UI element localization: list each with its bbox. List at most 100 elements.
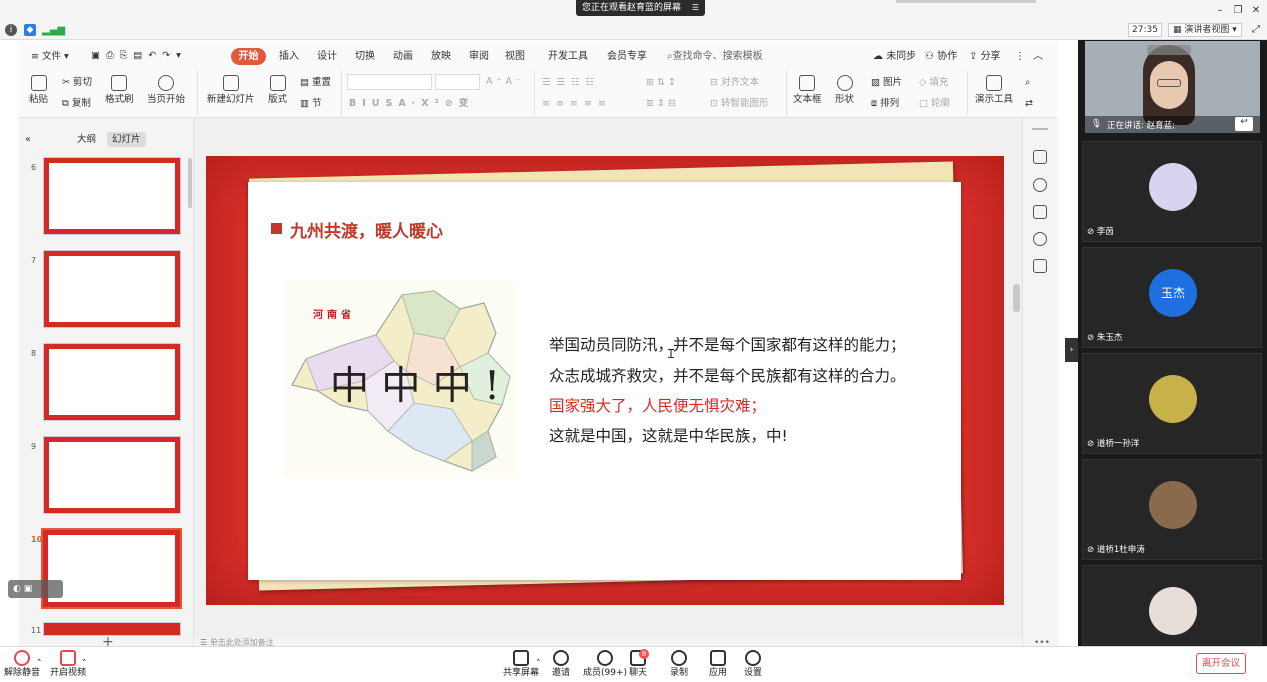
alignment-buttons[interactable]: ≡≡≡≡≡ xyxy=(542,98,612,109)
info-icon[interactable]: i xyxy=(5,24,17,36)
henan-map-image[interactable]: 河南省 中 中 中 ! xyxy=(284,281,518,478)
command-search[interactable]: ⌕查找命令、搜索模板 xyxy=(667,51,763,63)
video-options-chevron-icon[interactable]: ˄ xyxy=(82,659,87,669)
participant-tile[interactable] xyxy=(1082,565,1262,645)
tab-slideshow[interactable]: 放映 xyxy=(431,51,451,63)
tab-insert[interactable]: 插入 xyxy=(279,51,299,63)
invite-button[interactable]: 邀请 xyxy=(552,650,570,678)
settings-panel-icon[interactable] xyxy=(1033,259,1047,273)
help-icon[interactable] xyxy=(1033,232,1047,246)
participant-tile[interactable]: ⊘ 道桥一孙洋 xyxy=(1082,353,1262,454)
close-icon[interactable]: ✕ xyxy=(1249,4,1263,18)
view-mode-select[interactable]: ▦ 演讲者视图 ▾ xyxy=(1168,23,1242,37)
text-direction-button[interactable]: ⊞ ⇅ ↕ xyxy=(646,77,676,88)
collab-button[interactable]: ⚇ 协作 xyxy=(925,51,957,63)
new-slide-button[interactable]: 新建幻灯片 xyxy=(207,75,255,105)
editor-scrollbar[interactable] xyxy=(1013,284,1020,312)
screen-share-banner[interactable]: 您正在观看赵育蓝的屏幕 ☰ xyxy=(576,0,706,16)
copy-button[interactable]: ⧉ 复制 xyxy=(62,98,91,109)
scrollbar[interactable] xyxy=(188,158,192,208)
more-menu-icon[interactable]: ⋮ xyxy=(1015,51,1025,63)
collapse-panel-icon[interactable]: « xyxy=(25,134,31,145)
layout-button[interactable]: 版式 xyxy=(268,75,287,105)
tab-slides[interactable]: 幻灯片 xyxy=(107,132,146,147)
export-icon[interactable]: ▤ xyxy=(133,50,148,61)
align-text-button[interactable]: ⊟ 对齐文本 xyxy=(710,77,759,88)
fullscreen-icon[interactable]: ⤢ xyxy=(1249,23,1263,37)
tab-design[interactable]: 设计 xyxy=(317,51,337,63)
tab-developer[interactable]: 开发工具 xyxy=(548,51,588,63)
picture-button[interactable]: ▨ 图片 xyxy=(871,77,902,88)
leave-meeting-button[interactable]: 离开会议 xyxy=(1196,653,1246,674)
undo-icon[interactable]: ↶ xyxy=(148,50,162,61)
share-options-chevron-icon[interactable]: ˄ xyxy=(536,659,541,669)
apps-button[interactable]: 应用 xyxy=(709,650,727,678)
section-button[interactable]: ▥ 节 xyxy=(300,98,322,109)
save-icon[interactable]: ▣ xyxy=(91,50,106,61)
speaker-video[interactable]: 🎙 正在讲话: 赵育蓝; ↩ xyxy=(1085,41,1260,133)
participant-tile[interactable]: ⊘ 道桥1杜申涛 xyxy=(1082,459,1262,560)
reset-button[interactable]: ▤ 重置 xyxy=(300,77,331,88)
redo-icon[interactable]: ↷ xyxy=(162,50,176,61)
tab-member[interactable]: 会员专享 xyxy=(607,51,647,63)
drag-handle[interactable] xyxy=(896,0,1036,3)
slide-thumbnail-7[interactable] xyxy=(43,250,181,328)
slide-body-line-2[interactable]: 众志成城齐救灾，并不是每个民族都有这样的合力。 xyxy=(549,364,906,386)
back-icon[interactable]: ↩ xyxy=(1235,117,1253,131)
notes-bar[interactable]: ☰ 单击此处添加备注 xyxy=(194,638,1022,647)
expand-panel-icon[interactable]: › xyxy=(1065,338,1078,362)
tab-outline[interactable]: 大纲 xyxy=(77,134,96,145)
textbox-button[interactable]: 文本框 xyxy=(793,75,822,105)
participant-tile[interactable]: 玉杰 ⊘ 朱玉杰 xyxy=(1082,247,1262,348)
fill-button[interactable]: ◇ 填充 xyxy=(919,77,948,88)
play-current-button[interactable]: 当页开始 xyxy=(147,75,185,105)
format-painter-button[interactable]: 格式刷 xyxy=(105,75,134,105)
file-menu[interactable]: ≡ 文件 ▾ xyxy=(31,51,69,62)
present-tools-button[interactable]: 演示工具 xyxy=(975,75,1013,105)
slide-thumbnail-6[interactable] xyxy=(43,157,181,235)
more-icon[interactable]: ▾ xyxy=(176,50,187,61)
sync-status[interactable]: ☁ 未同步 xyxy=(873,51,916,63)
signal-icon[interactable]: ▂▄▆ xyxy=(42,25,65,36)
cut-button[interactable]: ✂ 剪切 xyxy=(62,77,92,88)
collapse-video-icon[interactable] xyxy=(1147,45,1191,55)
slide-thumbnail-9[interactable] xyxy=(43,436,181,514)
unmute-button[interactable]: 解除静音 xyxy=(4,650,40,678)
participant-tile[interactable]: ⊘ 李茵 xyxy=(1082,141,1262,242)
slide-body-line-3[interactable]: 国家强大了，人民便无惧灾难； xyxy=(549,394,766,416)
share-button[interactable]: ⇪ 分享 xyxy=(969,51,1001,63)
slide-body-line-1[interactable]: 举国动员同防汛，并不是每个国家都有这样的能力； xyxy=(549,333,906,355)
video-button[interactable]: 开启视频 xyxy=(50,650,86,678)
smart-graphic-button[interactable]: ⊡ 转智能图形 xyxy=(710,98,769,109)
paragraph-buttons[interactable]: ☰☰☷☷ xyxy=(542,77,600,88)
members-button[interactable]: 成员(99+) xyxy=(583,650,627,678)
slide-library-icon[interactable] xyxy=(1033,205,1047,219)
settings-button[interactable]: 设置 xyxy=(744,650,762,678)
floating-control-icon[interactable]: ◐ ▣ xyxy=(8,580,63,598)
replace-icon[interactable]: ⇄ xyxy=(1025,98,1033,109)
font-size-adjust[interactable]: A⁺A⁻ xyxy=(486,76,525,87)
arrange-button[interactable]: ⧈ 排列 xyxy=(871,98,899,109)
menu-icon[interactable]: ☰ xyxy=(692,0,699,16)
properties-icon[interactable] xyxy=(1033,150,1047,164)
record-button[interactable]: 录制 xyxy=(670,650,688,678)
tab-home[interactable]: 开始 xyxy=(231,48,266,65)
font-family-select[interactable] xyxy=(347,74,432,90)
print-preview-icon[interactable]: ⎙ xyxy=(106,50,120,61)
paste-button[interactable]: 粘贴 xyxy=(29,75,48,105)
shape-button[interactable]: 形状 xyxy=(835,75,854,105)
slide-body-line-4[interactable]: 这就是中国，这就是中华民族，中! xyxy=(549,424,788,446)
font-style-buttons[interactable]: BIUSA·X²⊘变 xyxy=(349,98,474,109)
outline-button[interactable]: □ 轮廓 xyxy=(919,98,950,109)
slide-title[interactable]: 九州共渡，暖人暖心 xyxy=(290,217,443,242)
shield-icon[interactable]: ◆ xyxy=(24,24,36,36)
find-icon[interactable]: ⌕ xyxy=(1025,77,1030,88)
tab-transition[interactable]: 切换 xyxy=(355,51,375,63)
pin-icon[interactable] xyxy=(1033,178,1047,192)
audio-options-chevron-icon[interactable]: ˄ xyxy=(37,659,42,669)
tab-review[interactable]: 审阅 xyxy=(469,51,489,63)
tab-animation[interactable]: 动画 xyxy=(393,51,413,63)
restore-icon[interactable]: ❐ xyxy=(1231,4,1245,18)
quick-access-toolbar[interactable]: ▣⎙⎘▤↶↷▾ xyxy=(91,50,187,61)
minimize-icon[interactable]: – xyxy=(1213,4,1227,18)
